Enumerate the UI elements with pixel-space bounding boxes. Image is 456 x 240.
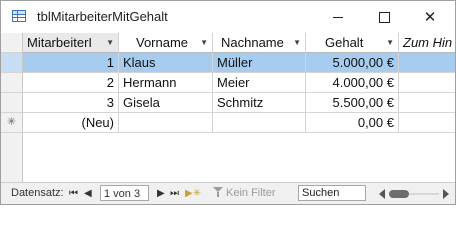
scroll-right-icon[interactable] xyxy=(443,189,449,199)
column-header-gehalt[interactable]: Gehalt ▼ xyxy=(306,33,399,53)
filter-label: Kein Filter xyxy=(226,187,276,199)
close-icon: ✕ xyxy=(423,7,437,26)
table-row[interactable]: 3 Gisela Schmitz 5.500,00 € xyxy=(1,93,455,113)
row-selector[interactable] xyxy=(1,73,23,93)
select-all-corner[interactable] xyxy=(1,33,23,53)
column-header-nachname[interactable]: Nachname ▼ xyxy=(213,33,306,53)
table-row[interactable]: 2 Hermann Meier 4.000,00 € xyxy=(1,73,455,93)
close-button[interactable]: ✕ xyxy=(407,1,453,33)
column-header-id[interactable]: MitarbeiterI ▼ xyxy=(23,33,119,53)
maximize-button[interactable] xyxy=(361,1,407,33)
next-record-icon[interactable]: ▶ xyxy=(157,187,165,201)
cell-gehalt[interactable]: 0,00 € xyxy=(306,113,399,133)
title-bar[interactable]: tblMitarbeiterMitGehalt ✕ xyxy=(1,1,455,33)
new-record-row[interactable]: ✳ (Neu) 0,00 € xyxy=(1,113,455,133)
cell-add[interactable] xyxy=(399,113,455,133)
maximize-icon xyxy=(378,11,390,23)
cell-gehalt[interactable]: 5.000,00 € xyxy=(306,53,399,73)
cell-vorname[interactable]: Klaus xyxy=(119,53,213,73)
column-header-label: Nachname xyxy=(221,35,284,50)
record-navigation-bar: Datensatz: ⏮ ◀ 1 von 3 ▶ ⏭ ▶✳ Kein Filte… xyxy=(1,182,455,204)
filter-status[interactable]: Kein Filter xyxy=(213,187,276,199)
scrollbar-thumb[interactable] xyxy=(389,190,409,198)
scrollbar-track[interactable] xyxy=(409,193,439,195)
row-selector[interactable] xyxy=(1,93,23,113)
dropdown-arrow-icon[interactable]: ▼ xyxy=(106,33,114,52)
horizontal-scrollbar[interactable] xyxy=(379,188,449,200)
cell-nachname[interactable] xyxy=(213,113,306,133)
column-header-label: Gehalt xyxy=(325,35,364,50)
cell-id[interactable]: (Neu) xyxy=(23,113,119,133)
funnel-icon xyxy=(213,187,223,197)
table-icon xyxy=(12,10,26,22)
cell-vorname[interactable]: Gisela xyxy=(119,93,213,113)
cell-id[interactable]: 1 xyxy=(23,53,119,73)
minimize-button[interactable] xyxy=(315,1,361,33)
column-header-vorname[interactable]: Vorname ▼ xyxy=(119,33,213,53)
cell-gehalt[interactable]: 4.000,00 € xyxy=(306,73,399,93)
record-label: Datensatz: xyxy=(11,187,64,199)
new-record-icon[interactable]: ✳ xyxy=(1,113,23,133)
table-row[interactable]: 1 Klaus Müller 5.000,00 € xyxy=(1,53,455,73)
minimize-icon xyxy=(333,16,343,18)
cell-nachname[interactable]: Müller xyxy=(213,53,306,73)
cell-add[interactable] xyxy=(399,73,455,93)
dropdown-arrow-icon[interactable]: ▼ xyxy=(293,33,301,52)
first-record-icon[interactable]: ⏮ xyxy=(69,187,78,201)
cell-nachname[interactable]: Schmitz xyxy=(213,93,306,113)
cell-add[interactable] xyxy=(399,53,455,73)
row-selector[interactable] xyxy=(1,53,23,73)
table-window: tblMitarbeiterMitGehalt ✕ MitarbeiterI ▼… xyxy=(0,0,456,205)
cell-gehalt[interactable]: 5.500,00 € xyxy=(306,93,399,113)
dropdown-arrow-icon[interactable]: ▼ xyxy=(386,33,394,52)
empty-grid-area xyxy=(1,133,455,183)
cell-add[interactable] xyxy=(399,93,455,113)
column-header-add[interactable]: Zum Hin xyxy=(399,33,455,53)
dropdown-arrow-icon[interactable]: ▼ xyxy=(200,33,208,52)
cell-id[interactable]: 3 xyxy=(23,93,119,113)
new-record-nav-icon[interactable]: ▶✳ xyxy=(185,187,201,201)
cell-nachname[interactable]: Meier xyxy=(213,73,306,93)
window-title: tblMitarbeiterMitGehalt xyxy=(37,9,168,24)
search-input[interactable]: Suchen xyxy=(298,185,366,201)
record-position-input[interactable]: 1 von 3 xyxy=(100,185,149,201)
last-record-icon[interactable]: ⏭ xyxy=(170,187,179,201)
cell-vorname[interactable] xyxy=(119,113,213,133)
previous-record-icon[interactable]: ◀ xyxy=(84,187,92,201)
scroll-left-icon[interactable] xyxy=(379,189,385,199)
selector-column xyxy=(1,133,23,183)
cell-id[interactable]: 2 xyxy=(23,73,119,93)
column-header-label: Vorname xyxy=(136,35,189,50)
header-row: MitarbeiterI ▼ Vorname ▼ Nachname ▼ Geha… xyxy=(1,33,455,53)
column-header-label: MitarbeiterI xyxy=(27,35,93,50)
cell-vorname[interactable]: Hermann xyxy=(119,73,213,93)
